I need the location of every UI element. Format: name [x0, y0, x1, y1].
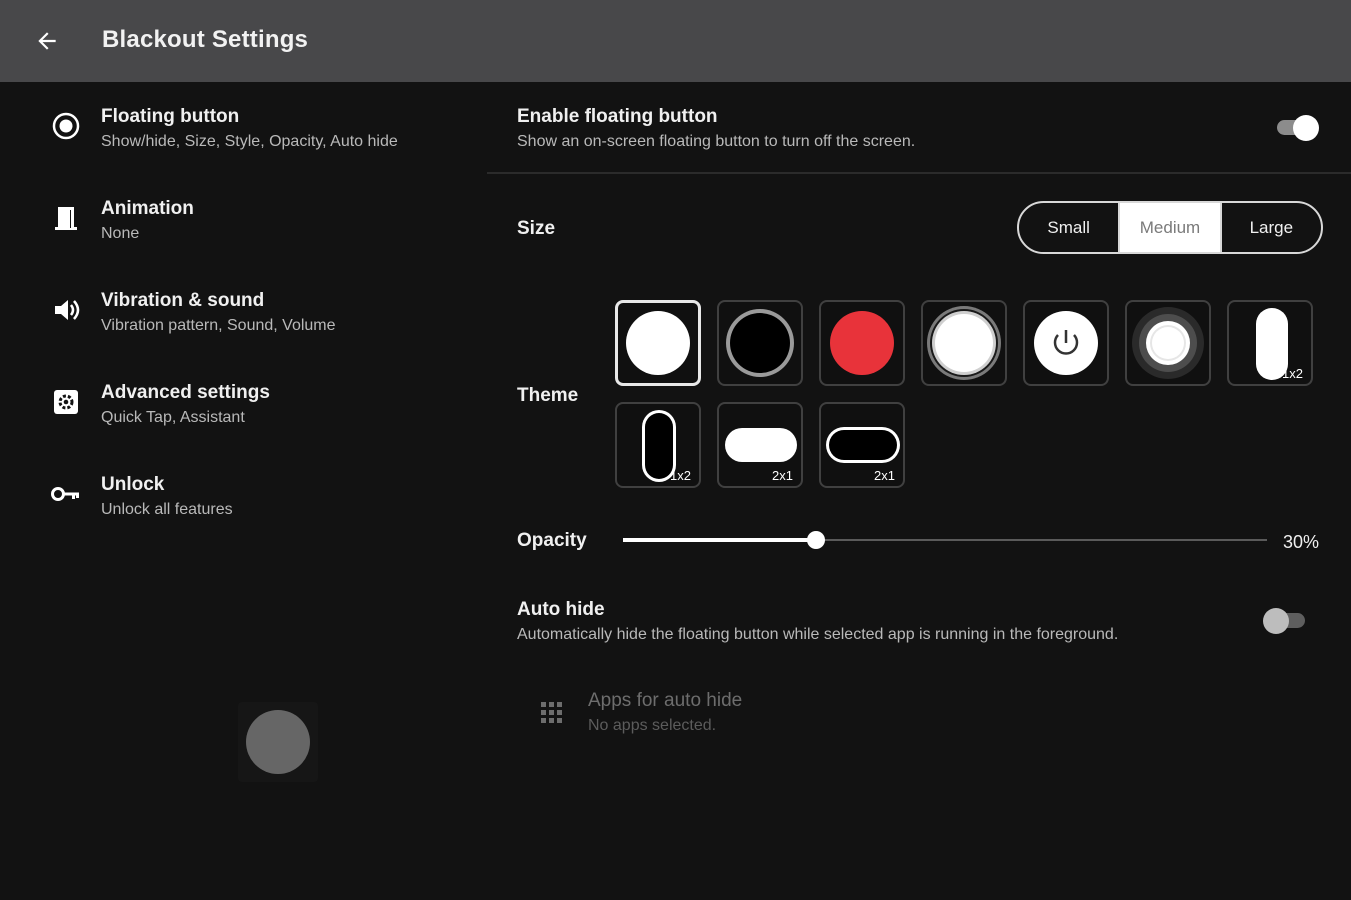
- theme-tile-black-circle[interactable]: [717, 300, 803, 386]
- opacity-label: Opacity: [517, 530, 587, 551]
- tile-size-badge: 1x2: [670, 468, 691, 483]
- double-ring-circle-icon: [927, 306, 1001, 380]
- speaker-icon: [48, 292, 84, 328]
- nav-item-title: Advanced settings: [101, 382, 270, 403]
- nav-item-title: Floating button: [101, 106, 240, 127]
- theme-tile-white-circle[interactable]: [615, 300, 701, 386]
- red-circle-icon: [830, 311, 894, 375]
- page-title: Blackout Settings: [102, 26, 309, 53]
- size-option-large[interactable]: Large: [1219, 203, 1321, 252]
- nav-item-subtitle: Unlock all features: [101, 501, 233, 518]
- size-label: Size: [517, 218, 556, 239]
- power-icon: [1034, 311, 1098, 375]
- auto-hide-subtitle: Automatically hide the floating button w…: [517, 626, 1119, 643]
- back-button[interactable]: [28, 22, 66, 60]
- nav-item-subtitle: None: [101, 225, 140, 242]
- auto-hide-title: Auto hide: [517, 599, 605, 620]
- theme-tile-white-pill-vertical[interactable]: 1x2: [1227, 300, 1313, 386]
- theme-tile-black-pill-vertical[interactable]: 1x2: [615, 402, 701, 488]
- apps-for-auto-hide-title: Apps for auto hide: [588, 690, 743, 711]
- white-circle-icon: [626, 311, 690, 375]
- toggle-thumb: [1293, 115, 1319, 141]
- floating-button-preview[interactable]: [238, 702, 318, 782]
- nav-item-vibration-sound[interactable]: Vibration & sound Vibration pattern, Sou…: [0, 266, 487, 358]
- theme-tile-double-ring[interactable]: [921, 300, 1007, 386]
- tile-size-badge: 2x1: [772, 468, 793, 483]
- enable-floating-subtitle: Show an on-screen floating button to tur…: [517, 133, 916, 150]
- tile-size-badge: 2x1: [874, 468, 895, 483]
- nav-item-title: Vibration & sound: [101, 290, 265, 311]
- nav-item-subtitle: Show/hide, Size, Style, Opacity, Auto hi…: [101, 133, 398, 150]
- enable-floating-toggle[interactable]: [1273, 115, 1319, 141]
- theme-tile-red-circle[interactable]: [819, 300, 905, 386]
- arrow-left-icon: [38, 32, 56, 50]
- size-option-small[interactable]: Small: [1019, 203, 1118, 252]
- app-bar: Blackout Settings: [0, 0, 1351, 82]
- toggle-thumb: [1263, 608, 1289, 634]
- settings-box-icon: [48, 384, 84, 420]
- settings-panel: Enable floating button Show an on-screen…: [487, 82, 1351, 900]
- nav-item-animation[interactable]: Animation None: [0, 174, 487, 266]
- nav-item-title: Unlock: [101, 474, 165, 495]
- floating-button-preview-dot: [246, 710, 310, 774]
- apps-grid-icon: [541, 702, 563, 729]
- nav-item-advanced-settings[interactable]: Advanced settings Quick Tap, Assistant: [0, 358, 487, 450]
- key-icon: [48, 476, 84, 512]
- opacity-slider[interactable]: [623, 530, 1267, 550]
- radio-target-icon: [48, 108, 84, 144]
- apps-for-auto-hide-subtitle: No apps selected.: [588, 717, 717, 734]
- door-icon: [48, 200, 84, 236]
- settings-nav: Floating button Show/hide, Size, Style, …: [0, 82, 487, 900]
- slider-knob[interactable]: [807, 531, 826, 549]
- opacity-value: 30%: [1283, 532, 1320, 552]
- nav-item-subtitle: Vibration pattern, Sound, Volume: [101, 317, 336, 334]
- theme-tile-power[interactable]: [1023, 300, 1109, 386]
- divider: [487, 172, 1351, 174]
- nav-item-title: Animation: [101, 198, 194, 219]
- enable-floating-title: Enable floating button: [517, 106, 718, 127]
- size-option-medium[interactable]: Medium: [1118, 203, 1220, 252]
- tile-size-badge: 1x2: [1282, 366, 1303, 381]
- nav-item-subtitle: Quick Tap, Assistant: [101, 409, 245, 426]
- theme-tile-black-pill-horizontal[interactable]: 2x1: [819, 402, 905, 488]
- nav-item-floating-button[interactable]: Floating button Show/hide, Size, Style, …: [0, 82, 487, 174]
- apps-for-auto-hide[interactable]: Apps for auto hide No apps selected.: [527, 682, 847, 742]
- size-selector: Small Medium Large: [1017, 201, 1323, 254]
- theme-tile-glow-ring[interactable]: [1125, 300, 1211, 386]
- black-ring-circle-icon: [726, 309, 794, 377]
- glow-ring-icon: [1132, 307, 1204, 379]
- nav-item-unlock[interactable]: Unlock Unlock all features: [0, 450, 487, 542]
- theme-label: Theme: [517, 385, 579, 406]
- slider-fill: [623, 538, 817, 542]
- auto-hide-toggle[interactable]: [1263, 608, 1309, 634]
- theme-tile-white-pill-horizontal[interactable]: 2x1: [717, 402, 803, 488]
